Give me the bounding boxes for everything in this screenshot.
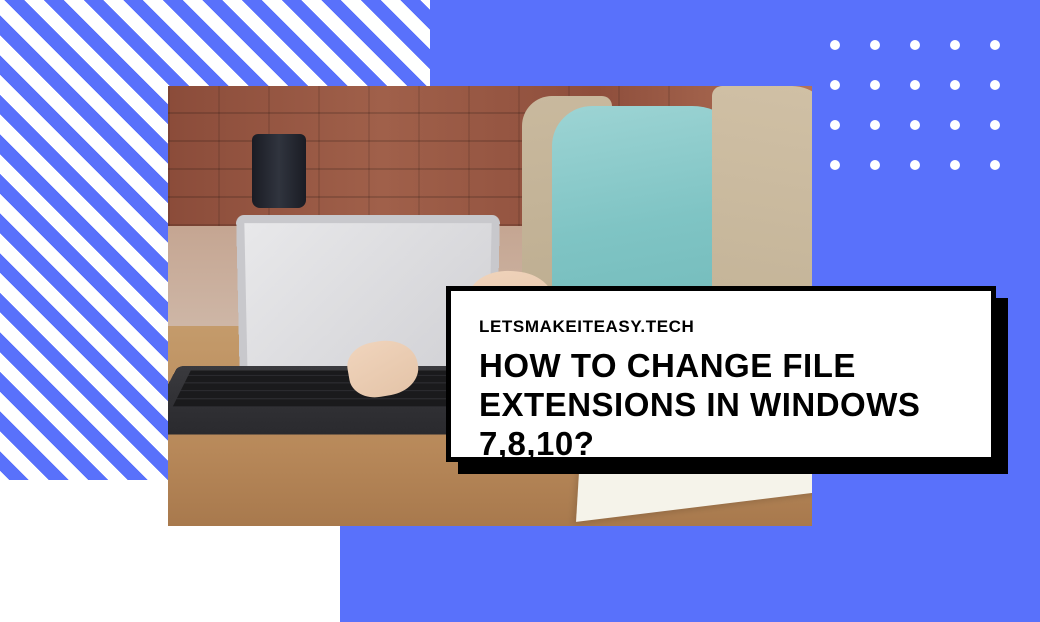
dot-grid-decoration xyxy=(830,40,1000,170)
decor-dot xyxy=(910,160,920,170)
decor-dot xyxy=(990,120,1000,130)
site-name-label: LETSMAKEITEASY.TECH xyxy=(479,317,963,337)
decor-dot xyxy=(870,160,880,170)
decor-dot xyxy=(950,160,960,170)
decor-dot xyxy=(950,40,960,50)
title-card: LETSMAKEITEASY.TECH HOW TO CHANGE FILE E… xyxy=(446,286,996,462)
decor-dot xyxy=(870,80,880,90)
decor-dot xyxy=(910,40,920,50)
decor-dot xyxy=(870,40,880,50)
banner-canvas: LETSMAKEITEASY.TECH HOW TO CHANGE FILE E… xyxy=(0,0,1040,622)
decor-dot xyxy=(990,40,1000,50)
decor-dot xyxy=(870,120,880,130)
decor-dot xyxy=(830,80,840,90)
decor-dot xyxy=(950,120,960,130)
coffee-cup xyxy=(252,134,306,208)
decor-dot xyxy=(910,80,920,90)
decor-dot xyxy=(910,120,920,130)
decor-dot xyxy=(830,160,840,170)
decor-dot xyxy=(830,120,840,130)
decor-dot xyxy=(990,80,1000,90)
decor-dot xyxy=(990,160,1000,170)
decor-dot xyxy=(830,40,840,50)
article-title: HOW TO CHANGE FILE EXTENSIONS IN WINDOWS… xyxy=(479,347,963,464)
decor-dot xyxy=(950,80,960,90)
